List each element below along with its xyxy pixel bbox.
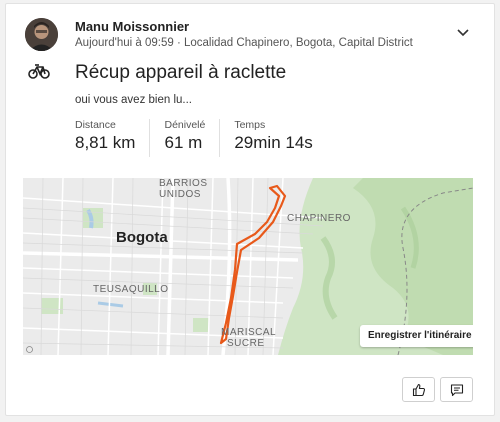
- stat-value: 29min 14s: [234, 133, 313, 152]
- athlete-name[interactable]: Manu Moissonnier: [75, 19, 189, 34]
- stat-time: Temps 29min 14s: [234, 119, 326, 157]
- kudos-button[interactable]: [402, 377, 435, 402]
- stat-value: 8,81 km: [75, 133, 136, 152]
- thumbs-up-icon: [412, 383, 425, 396]
- map-label-text: MARISCAL: [221, 327, 277, 338]
- activity-title[interactable]: Récup appareil à raclette: [75, 62, 286, 84]
- route-map[interactable]: BARRIOS UNIDOS Bogota CHAPINERO TEUSAQUI…: [23, 178, 473, 355]
- map-label-text: BARRIOS: [159, 178, 208, 189]
- activity-description: oui vous avez bien lu...: [75, 94, 192, 106]
- map-label-text: UNIDOS: [159, 189, 201, 200]
- map-label-chapinero: CHAPINERO: [287, 213, 351, 224]
- avatar[interactable]: [25, 18, 58, 51]
- stat-label: Distance: [75, 119, 116, 131]
- save-route-button[interactable]: Enregistrer l'itinéraire: [360, 325, 473, 347]
- chevron-down-icon[interactable]: [455, 24, 471, 40]
- comment-button[interactable]: [440, 377, 473, 402]
- map-label-barrios: BARRIOS UNIDOS: [159, 178, 208, 200]
- stat-distance: Distance 8,81 km: [75, 119, 151, 157]
- map-label-bogota: Bogota: [116, 229, 168, 246]
- stat-elevation: Dénivelé 61 m: [164, 119, 221, 157]
- comment-icon: [450, 383, 463, 396]
- activity-meta: Aujourd'hui à 09:59 · Localidad Chapiner…: [75, 37, 413, 49]
- activity-stats: Distance 8,81 km Dénivelé 61 m Temps 29m…: [75, 119, 341, 157]
- activity-card: Manu Moissonnier Aujourd'hui à 09:59 · L…: [5, 3, 495, 416]
- map-label-mariscal-sucre: MARISCAL SUCRE: [221, 327, 276, 349]
- stat-value: 61 m: [164, 133, 203, 152]
- map-label-teusaquillo: TEUSAQUILLO: [93, 284, 169, 295]
- stat-label: Dénivelé: [164, 119, 206, 131]
- map-label-text: SUCRE: [227, 338, 265, 349]
- stat-label: Temps: [234, 119, 266, 131]
- bike-icon: [28, 63, 50, 79]
